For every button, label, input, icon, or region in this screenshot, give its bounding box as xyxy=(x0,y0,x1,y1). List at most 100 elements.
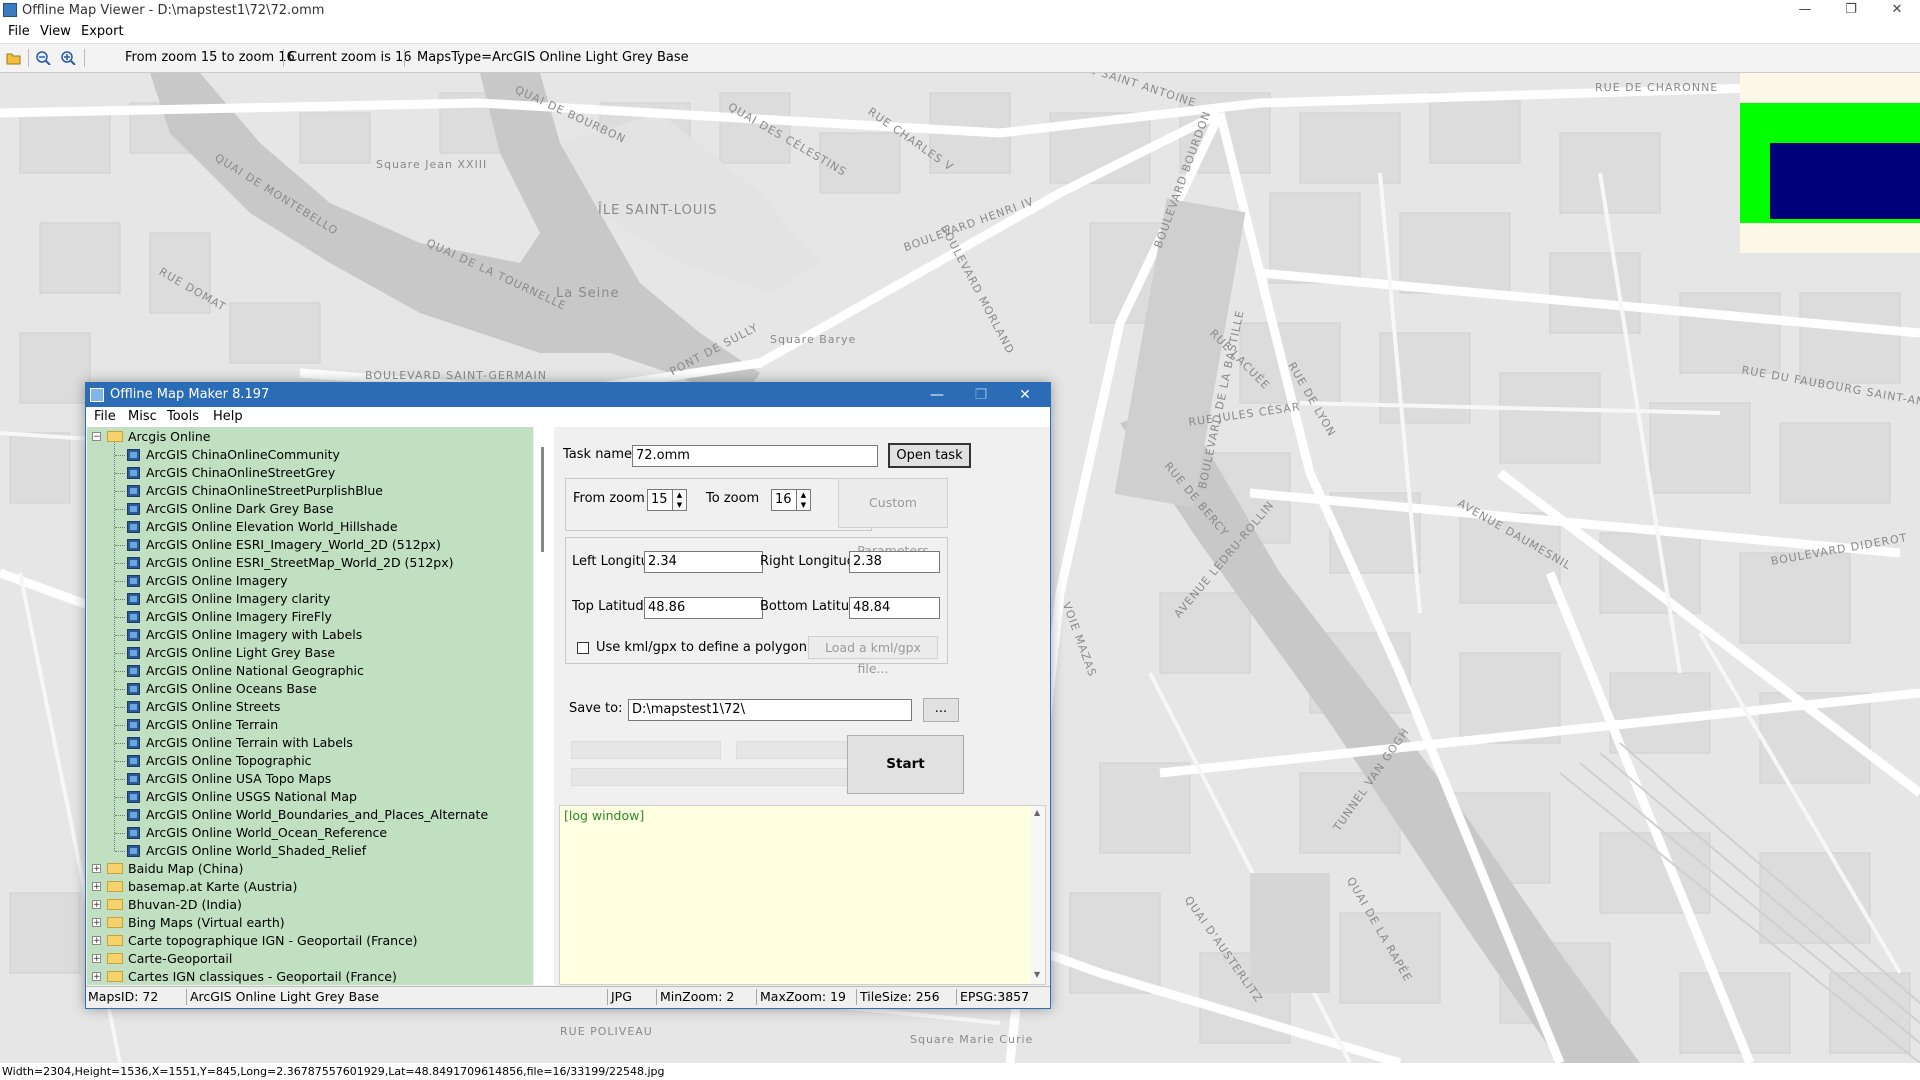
dialog-menu-misc[interactable]: Misc xyxy=(128,409,157,424)
tree-item-map-source[interactable]: ArcGIS ChinaOnlineStreetPurplishBlue xyxy=(87,482,527,500)
browse-button[interactable]: ... xyxy=(923,698,959,722)
zoom-in-icon[interactable] xyxy=(61,51,77,65)
tree-item-label: ArcGIS Online USA Topo Maps xyxy=(146,771,332,786)
dialog-menu-tools[interactable]: Tools xyxy=(167,409,199,424)
close-button[interactable]: ✕ xyxy=(1874,0,1920,22)
tree-folder[interactable]: + Bhuvan-2D (India) xyxy=(87,896,527,914)
custom-parameters-button[interactable]: Custom Parameters xyxy=(838,478,948,558)
top-latitude-input[interactable]: 48.86 xyxy=(644,597,763,619)
expand-icon[interactable]: + xyxy=(92,918,101,928)
start-button[interactable]: Start xyxy=(847,735,964,794)
use-kml-label: Use kml/gpx to define a polygon area xyxy=(596,640,841,655)
to-zoom-spinner[interactable]: ▲ ▼ xyxy=(797,489,811,511)
scroll-up-icon[interactable]: ▲ xyxy=(1034,808,1040,817)
tree-folder[interactable]: + Carte topographique IGN - Geoportail (F… xyxy=(87,932,527,950)
use-kml-checkbox[interactable] xyxy=(577,642,589,654)
tree-item-map-source[interactable]: ArcGIS ChinaOnlineCommunity xyxy=(87,446,527,464)
tree-item-map-source[interactable]: ArcGIS Online World_Shaded_Relief xyxy=(87,842,527,860)
from-zoom-spinner[interactable]: ▲ ▼ xyxy=(673,489,687,511)
tree-guide-line xyxy=(115,473,125,474)
dialog-menu-file[interactable]: File xyxy=(94,409,116,424)
task-name-input[interactable]: 72.omm xyxy=(632,445,878,467)
maximize-button[interactable]: ❐ xyxy=(1828,0,1874,22)
expand-icon[interactable]: + xyxy=(92,900,101,910)
tree-scrollbar[interactable] xyxy=(534,427,554,985)
tree-folder[interactable]: + Cartes IGN classiques - Geoportail (Fra… xyxy=(87,968,527,985)
minimize-button[interactable]: — xyxy=(1782,0,1828,22)
tree-folder[interactable]: + Bing Maps (Virtual earth) xyxy=(87,914,527,932)
tree-item-map-source[interactable]: ArcGIS Online USA Topo Maps xyxy=(87,770,527,788)
tree-item-map-source[interactable]: ArcGIS Online Terrain xyxy=(87,716,527,734)
tree-item-map-source[interactable]: ArcGIS Online ESRI_Imagery_World_2D (512… xyxy=(87,536,527,554)
maps-type-text: MapsType=ArcGIS Online Light Grey Base xyxy=(417,50,689,65)
log-text: [log window] xyxy=(564,808,645,823)
tree-item-map-source[interactable]: ArcGIS Online Streets xyxy=(87,698,527,716)
tree-folder[interactable]: + basemap.at Karte (Austria) xyxy=(87,878,527,896)
load-kml-button[interactable]: Load a kml/gpx file... xyxy=(808,636,938,676)
tree-guide-line xyxy=(115,761,125,762)
overview-minimap[interactable] xyxy=(1740,73,1920,253)
dialog-close-button[interactable]: ✕ xyxy=(1003,383,1047,407)
tree-guide-line xyxy=(115,455,125,456)
to-zoom-input[interactable]: 16 xyxy=(771,489,797,511)
tree-guide-line xyxy=(115,545,125,546)
expand-icon[interactable]: + xyxy=(92,864,101,874)
tree-item-label: Carte topographique IGN - Geoportail (Fr… xyxy=(128,933,418,948)
tree-item-map-source[interactable]: ArcGIS Online Dark Grey Base xyxy=(87,500,527,518)
log-window[interactable]: [log window] ▲ ▼ xyxy=(559,805,1046,985)
expand-icon[interactable]: + xyxy=(92,936,101,946)
tree-guide-line xyxy=(115,527,125,528)
dialog-menu-help[interactable]: Help xyxy=(213,409,243,424)
offline-map-maker-dialog: Offline Map Maker 8.197 — ❐ ✕ File Misc … xyxy=(85,382,1051,1009)
map-tile-icon xyxy=(127,791,140,803)
tree-item-label: ArcGIS Online World_Shaded_Relief xyxy=(146,843,367,858)
left-longitude-input[interactable]: 2.34 xyxy=(644,551,763,573)
tree-folder[interactable]: + Carte-Geoportail xyxy=(87,950,527,968)
bottom-latitude-input[interactable]: 48.84 xyxy=(849,597,940,619)
status-epsg: EPSG:3857 xyxy=(960,989,1030,1004)
tree-folder[interactable]: + Baidu Map (China) xyxy=(87,860,527,878)
expand-icon[interactable]: + xyxy=(92,954,101,964)
tree-item-label: ArcGIS Online Topographic xyxy=(146,753,312,768)
log-scrollbar[interactable]: ▲ ▼ xyxy=(1031,806,1045,984)
tree-item-map-source[interactable]: ArcGIS Online Oceans Base xyxy=(87,680,527,698)
menu-view[interactable]: View xyxy=(40,24,71,39)
expand-icon[interactable]: + xyxy=(92,882,101,892)
menu-export[interactable]: Export xyxy=(81,24,124,39)
menu-file[interactable]: File xyxy=(8,24,30,39)
tree-item-map-source[interactable]: ArcGIS Online USGS National Map xyxy=(87,788,527,806)
scroll-down-icon[interactable]: ▼ xyxy=(1034,970,1040,979)
folder-open-icon[interactable] xyxy=(6,51,22,65)
tree-item-map-source[interactable]: ArcGIS Online Elevation World_Hillshade xyxy=(87,518,527,536)
tree-item-map-source[interactable]: ArcGIS Online ESRI_StreetMap_World_2D (5… xyxy=(87,554,527,572)
zoom-out-icon[interactable] xyxy=(36,51,52,65)
map-source-tree[interactable]: − Arcgis Online ArcGIS ChinaOnlineCommunit… xyxy=(87,427,533,985)
right-longitude-input[interactable]: 2.38 xyxy=(849,551,940,573)
toolbar-separator xyxy=(28,49,29,67)
tree-item-map-source[interactable]: ArcGIS Online National Geographic xyxy=(87,662,527,680)
tree-item-map-source[interactable]: ArcGIS ChinaOnlineStreetGrey xyxy=(87,464,527,482)
save-to-input[interactable]: D:\mapstest1\72\ xyxy=(628,699,912,721)
tree-item-label: ArcGIS Online ESRI_Imagery_World_2D (512… xyxy=(146,537,441,552)
tree-item-map-source[interactable]: ArcGIS Online Imagery FireFly xyxy=(87,608,527,626)
overview-viewport[interactable] xyxy=(1770,143,1920,219)
from-zoom-input[interactable]: 15 xyxy=(647,489,673,511)
expand-icon[interactable]: + xyxy=(92,972,101,982)
tree-item-map-source[interactable]: ArcGIS Online Imagery with Labels xyxy=(87,626,527,644)
collapse-icon[interactable]: − xyxy=(92,432,101,442)
open-task-button[interactable]: Open task ... xyxy=(888,443,971,484)
tree-folder-arcgis-online[interactable]: − Arcgis Online xyxy=(87,428,527,446)
tree-item-map-source[interactable]: ArcGIS Online Terrain with Labels xyxy=(87,734,527,752)
tree-guide-line xyxy=(115,743,125,744)
map-label: BOULEVARD SAINT-GERMAIN xyxy=(365,369,547,382)
tree-item-map-source[interactable]: ArcGIS Online Light Grey Base xyxy=(87,644,527,662)
tree-item-map-source[interactable]: ArcGIS Online Topographic xyxy=(87,752,527,770)
dialog-statusbar: MapsID: 72 ArcGIS Online Light Grey Base… xyxy=(86,986,1050,1008)
tree-item-map-source[interactable]: ArcGIS Online Imagery xyxy=(87,572,527,590)
tree-item-map-source[interactable]: ArcGIS Online World_Ocean_Reference xyxy=(87,824,527,842)
tree-scroll-thumb[interactable] xyxy=(541,447,544,552)
tree-item-map-source[interactable]: ArcGIS Online Imagery clarity xyxy=(87,590,527,608)
tree-item-map-source[interactable]: ArcGIS Online World_Boundaries_and_Place… xyxy=(87,806,527,824)
map-tile-icon xyxy=(127,719,140,731)
dialog-minimize-button[interactable]: — xyxy=(915,383,959,407)
